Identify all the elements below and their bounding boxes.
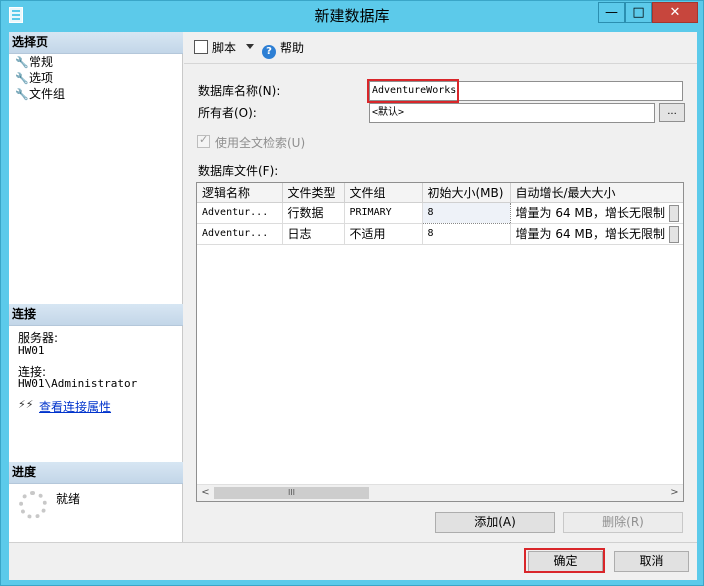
db-name-label: 数据库名称(N): (198, 84, 281, 98)
owner-label: 所有者(O): (198, 106, 257, 120)
view-connection-properties-link[interactable]: 查看连接属性 (39, 398, 111, 415)
column-header[interactable]: 逻辑名称 (197, 183, 283, 203)
file-type-cell[interactable]: 日志 (282, 223, 345, 245)
table-row[interactable]: Adventur... 日志 不适用 8 增量为 64 MB，增长无限制 (197, 223, 683, 245)
page-item-general[interactable]: 🔧常规 (15, 54, 53, 70)
page-item-filegroups[interactable]: 🔧文件组 (15, 86, 65, 102)
left-panel: 选择页 🔧常规 🔧选项 🔧文件组 连接 服务器: HW01 连接: HW01\A… (9, 32, 183, 542)
help-button[interactable]: ? 帮助 (262, 40, 304, 59)
add-button[interactable]: 添加(A) (435, 512, 555, 533)
toolbar: 脚本 ? 帮助 (184, 32, 697, 64)
wrench-icon: 🔧 (15, 88, 29, 101)
progress-header: 进度 (9, 462, 183, 484)
page-item-label: 文件组 (29, 87, 66, 101)
initial-size-cell[interactable]: 8 (421, 201, 511, 224)
ok-button[interactable]: 确定 (528, 551, 603, 572)
fulltext-label: 使用全文检索(U) (215, 136, 306, 150)
connection-value: HW01\Administrator (18, 377, 138, 390)
table-row[interactable]: Adventur... 行数据 PRIMARY 8 增量为 64 MB，增长无限… (197, 201, 683, 224)
grid-header-row: 逻辑名称 文件类型 文件组 初始大小(MB) 自动增长/最大大小 (197, 183, 683, 203)
filegroup-cell[interactable]: 不适用 (344, 223, 423, 245)
owner-input[interactable]: <默认> (369, 103, 655, 123)
title-bar[interactable]: 新建数据库 — □ ✕ (1, 1, 703, 31)
cancel-button[interactable]: 取消 (614, 551, 689, 572)
page-item-label: 选项 (29, 71, 54, 85)
autogrowth-edit-button[interactable] (668, 204, 679, 222)
minimize-button[interactable]: — (598, 2, 625, 23)
file-type-cell[interactable]: 行数据 (282, 202, 345, 224)
help-icon: ? (262, 45, 276, 59)
column-header[interactable]: 自动增长/最大大小 (510, 183, 683, 203)
status-text: 就绪 (56, 492, 81, 506)
filegroup-cell[interactable]: PRIMARY (344, 202, 423, 224)
autogrowth-cell[interactable]: 增量为 64 MB，增长无限制 (510, 202, 683, 224)
wrench-icon: 🔧 (15, 56, 29, 69)
maximize-button[interactable]: □ (625, 2, 652, 23)
server-value: HW01 (18, 344, 45, 357)
dialog-body: 选择页 🔧常规 🔧选项 🔧文件组 连接 服务器: HW01 连接: HW01\A… (9, 32, 697, 580)
close-button[interactable]: ✕ (652, 2, 698, 23)
page-item-options[interactable]: 🔧选项 (15, 70, 53, 86)
wrench-icon: 🔧 (15, 72, 29, 85)
autogrowth-cell[interactable]: 增量为 64 MB，增长无限制 (510, 223, 683, 245)
db-files-label: 数据库文件(F): (198, 164, 279, 178)
script-icon (194, 40, 208, 54)
divider (9, 542, 697, 543)
initial-size-cell[interactable]: 8 (422, 223, 511, 245)
scroll-left-icon[interactable]: < (197, 485, 214, 501)
fulltext-checkbox[interactable] (197, 133, 210, 148)
script-dropdown-icon[interactable] (246, 44, 254, 49)
scroll-thumb[interactable]: III (214, 487, 369, 499)
scroll-right-icon[interactable]: > (666, 485, 683, 501)
right-panel: 脚本 ? 帮助 数据库名称(N): AdventureWorks 所有者(O): … (184, 32, 697, 542)
new-database-window: 新建数据库 — □ ✕ 选择页 🔧常规 🔧选项 🔧文件组 连接 服务器: HW0… (0, 0, 704, 586)
page-item-label: 常规 (29, 55, 54, 69)
column-header[interactable]: 初始大小(MB) (422, 183, 511, 203)
connection-header: 连接 (9, 304, 183, 326)
logical-name-cell[interactable]: Adventur... (197, 202, 283, 224)
db-files-grid[interactable]: 逻辑名称 文件类型 文件组 初始大小(MB) 自动增长/最大大小 Adventu… (196, 182, 684, 502)
progress-spinner-icon (19, 491, 47, 519)
autogrowth-edit-button[interactable] (668, 225, 679, 243)
script-button[interactable]: 脚本 (194, 40, 236, 56)
column-header[interactable]: 文件组 (344, 183, 423, 203)
owner-browse-button[interactable]: ... (659, 103, 685, 122)
remove-button[interactable]: 删除(R) (563, 512, 683, 533)
logical-name-cell[interactable]: Adventur... (197, 223, 283, 245)
select-page-header: 选择页 (9, 32, 183, 54)
connection-properties-icon: ⚡⚡ (18, 398, 34, 411)
column-header[interactable]: 文件类型 (282, 183, 345, 203)
db-name-input[interactable]: AdventureWorks (369, 81, 683, 101)
horizontal-scrollbar[interactable]: < III > (197, 484, 683, 501)
